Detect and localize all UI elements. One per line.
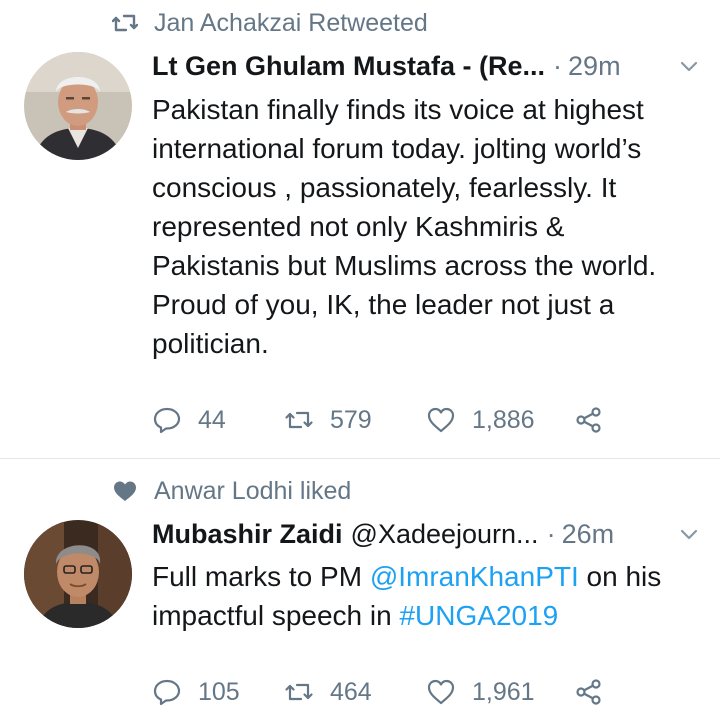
retweet-count: 464 — [330, 677, 372, 706]
social-context: Jan Achakzai Retweeted — [112, 8, 428, 38]
tweet-actions: 44 579 1,886 — [152, 402, 604, 438]
tweet[interactable]: Anwar Lodhi liked Mubashir Zaidi @Xadeej… — [0, 459, 720, 716]
text-segment: impactful speech in — [152, 600, 400, 631]
reply-icon — [152, 405, 182, 435]
separator-dot: · — [546, 518, 556, 549]
separator-dot: · — [553, 50, 563, 81]
reply-button[interactable]: 105 — [152, 677, 284, 707]
tweet-header: Lt Gen Ghulam Mustafa - (Re... · 29m — [152, 48, 700, 84]
reply-count: 44 — [198, 405, 226, 434]
text-segment: on his — [578, 561, 662, 592]
tweet-text: Full marks to PM @ImranKhanPTI on his im… — [152, 557, 700, 635]
author-name[interactable]: Mubashir Zaidi — [152, 519, 343, 550]
like-count: 1,961 — [472, 677, 535, 706]
reply-count: 105 — [198, 677, 240, 706]
like-button[interactable]: 1,961 — [426, 677, 574, 707]
retweet-button[interactable]: 579 — [284, 405, 426, 435]
tweet-text-line: impactful speech in #UNGA2019 — [152, 596, 700, 635]
heart-icon — [426, 677, 456, 707]
tweet[interactable]: Jan Achakzai Retweeted Lt Gen Ghulam Mus… — [0, 0, 720, 458]
author-name[interactable]: Lt Gen Ghulam Mustafa - (Re... — [152, 51, 545, 82]
reply-icon — [152, 677, 182, 707]
share-icon — [574, 677, 604, 707]
text-segment: Full marks to PM — [152, 561, 370, 592]
retweet-icon — [284, 405, 314, 435]
author-handle[interactable]: @Xadeejourn... — [351, 519, 539, 550]
retweet-count: 579 — [330, 405, 372, 434]
avatar[interactable] — [24, 52, 132, 160]
reply-button[interactable]: 44 — [152, 405, 284, 435]
retweet-icon — [284, 677, 314, 707]
hashtag-link[interactable]: #UNGA2019 — [399, 600, 558, 631]
like-count: 1,886 — [472, 405, 535, 434]
tweet-text-line: Full marks to PM @ImranKhanPTI on his — [152, 557, 700, 596]
tweet-text: Pakistan finally finds its voice at high… — [152, 90, 700, 363]
share-button[interactable] — [574, 405, 604, 435]
timestamp[interactable]: 29m — [568, 51, 621, 82]
social-context-text[interactable]: Anwar Lodhi liked — [154, 477, 351, 506]
chevron-down-icon[interactable] — [678, 55, 700, 77]
tweet-text-line: Pakistanis but Muslims across the world. — [152, 250, 657, 281]
timestamp[interactable]: 26m — [562, 519, 615, 550]
tweet-text-line: Pakistan finally finds its voice at high… — [152, 94, 644, 125]
tweet-text-line: conscious , passionately, fearlessly. It — [152, 172, 617, 203]
avatar[interactable] — [24, 520, 132, 628]
like-button[interactable]: 1,886 — [426, 405, 574, 435]
social-context-text[interactable]: Jan Achakzai Retweeted — [154, 9, 428, 38]
tweet-text-line: international forum today. jolting world… — [152, 133, 642, 164]
heart-icon — [426, 405, 456, 435]
tweet-text-line: Proud of you, IK, the leader not just a — [152, 289, 615, 320]
retweet-icon — [112, 10, 138, 36]
social-context: Anwar Lodhi liked — [112, 476, 351, 506]
retweet-button[interactable]: 464 — [284, 677, 426, 707]
tweet-text-line: represented not only Kashmiris & — [152, 211, 565, 242]
heart-filled-icon — [112, 478, 138, 504]
chevron-down-icon[interactable] — [678, 523, 700, 545]
tweet-header: Mubashir Zaidi @Xadeejourn... · 26m — [152, 516, 700, 552]
tweet-actions: 105 464 1,961 — [152, 674, 604, 710]
mention-link[interactable]: @ImranKhanPTI — [370, 561, 579, 592]
share-button[interactable] — [574, 677, 604, 707]
share-icon — [574, 405, 604, 435]
tweet-text-line: politician. — [152, 328, 269, 359]
